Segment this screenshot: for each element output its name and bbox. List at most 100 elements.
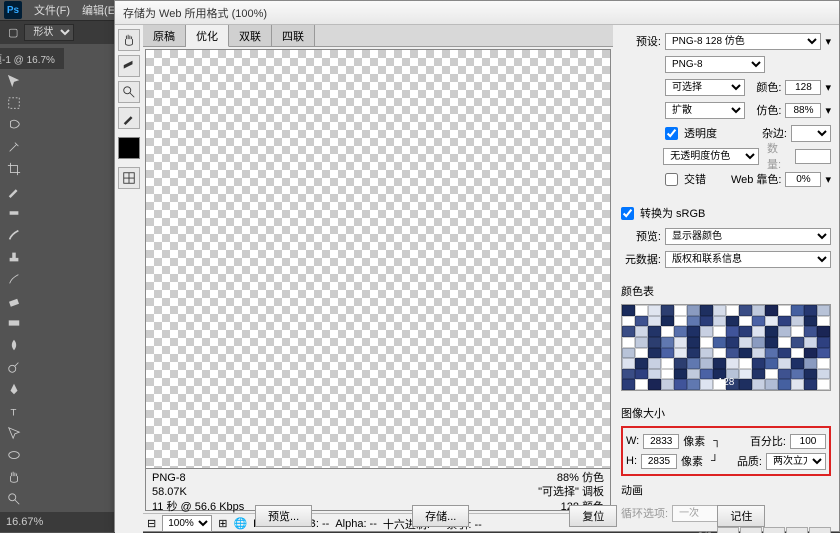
trans-dither-select[interactable]: 无透明度仿色 — [663, 148, 759, 165]
color-preview-icon[interactable]: 🌐 — [233, 517, 247, 530]
color-cell[interactable] — [817, 305, 830, 316]
color-cell[interactable] — [648, 305, 661, 316]
color-cell[interactable] — [648, 337, 661, 348]
color-cell[interactable] — [635, 348, 648, 359]
color-cell[interactable] — [700, 379, 713, 390]
color-cell[interactable] — [700, 316, 713, 327]
color-cell[interactable] — [739, 369, 752, 380]
stamp-tool[interactable] — [3, 247, 25, 267]
color-table[interactable]: 128 — [621, 304, 831, 391]
color-cell[interactable] — [752, 326, 765, 337]
path-tool[interactable] — [3, 423, 25, 443]
preview-button[interactable]: 预览... — [255, 505, 312, 527]
hand-tool[interactable] — [3, 467, 25, 487]
color-cell[interactable] — [713, 348, 726, 359]
percent-input[interactable] — [790, 434, 826, 449]
color-cell[interactable] — [687, 326, 700, 337]
color-cell[interactable] — [739, 337, 752, 348]
color-cell[interactable] — [765, 369, 778, 380]
eraser-tool[interactable] — [3, 291, 25, 311]
color-cell[interactable] — [713, 358, 726, 369]
color-cell[interactable] — [622, 369, 635, 380]
color-cell[interactable] — [622, 316, 635, 327]
color-cell[interactable] — [687, 369, 700, 380]
color-cell[interactable] — [726, 358, 739, 369]
color-cell[interactable] — [765, 337, 778, 348]
color-cell[interactable] — [635, 305, 648, 316]
color-cell[interactable] — [752, 348, 765, 359]
marquee-tool[interactable] — [3, 93, 25, 113]
color-cell[interactable] — [804, 337, 817, 348]
color-cell[interactable] — [700, 326, 713, 337]
reduction-select[interactable]: 可选择 — [665, 79, 745, 96]
shape-dropdown[interactable]: 形状 — [24, 24, 74, 41]
color-cell[interactable] — [622, 379, 635, 390]
color-cell[interactable] — [765, 326, 778, 337]
color-cell[interactable] — [765, 348, 778, 359]
srgb-checkbox[interactable] — [621, 207, 634, 220]
color-cell[interactable] — [622, 337, 635, 348]
color-cell[interactable] — [674, 369, 687, 380]
color-cell[interactable] — [635, 337, 648, 348]
hand-tool-icon[interactable] — [118, 29, 140, 51]
type-tool[interactable]: T — [3, 401, 25, 421]
color-cell[interactable] — [687, 379, 700, 390]
eyedropper-tool[interactable] — [3, 181, 25, 201]
dither-select[interactable]: 扩散 — [665, 102, 745, 119]
color-cell[interactable] — [804, 305, 817, 316]
color-cell[interactable] — [739, 305, 752, 316]
cancel-button[interactable]: 复位 — [569, 505, 617, 527]
color-cell[interactable] — [817, 337, 830, 348]
menu-file[interactable]: 文件(F) — [34, 2, 70, 18]
color-cell[interactable] — [765, 379, 778, 390]
color-cell[interactable] — [713, 305, 726, 316]
color-cell[interactable] — [791, 305, 804, 316]
interlaced-checkbox[interactable] — [665, 173, 678, 186]
zoom-tool-icon[interactable] — [118, 81, 140, 103]
color-cell[interactable] — [648, 379, 661, 390]
color-cell[interactable] — [804, 379, 817, 390]
color-cell[interactable] — [804, 358, 817, 369]
color-cell[interactable] — [739, 348, 752, 359]
blur-tool[interactable] — [3, 335, 25, 355]
color-cell[interactable] — [661, 369, 674, 380]
color-cell[interactable] — [661, 348, 674, 359]
color-cell[interactable] — [713, 326, 726, 337]
color-cell[interactable] — [661, 379, 674, 390]
color-cell[interactable] — [674, 358, 687, 369]
dither-pct-input[interactable] — [785, 103, 821, 118]
color-cell[interactable] — [700, 369, 713, 380]
color-cell[interactable] — [674, 305, 687, 316]
color-cell[interactable] — [752, 358, 765, 369]
document-tab[interactable]: 未标题-1 @ 16.7% — [0, 48, 64, 69]
gradient-tool[interactable] — [3, 313, 25, 333]
color-cell[interactable] — [648, 326, 661, 337]
color-cell[interactable] — [778, 379, 791, 390]
color-cell[interactable] — [687, 358, 700, 369]
heal-tool[interactable] — [3, 203, 25, 223]
color-cell[interactable] — [687, 316, 700, 327]
color-cell[interactable] — [752, 316, 765, 327]
color-cell[interactable] — [661, 337, 674, 348]
color-cell[interactable] — [804, 326, 817, 337]
brush-tool[interactable] — [3, 225, 25, 245]
dodge-tool[interactable] — [3, 357, 25, 377]
color-cell[interactable] — [674, 326, 687, 337]
color-cell[interactable] — [804, 369, 817, 380]
color-cell[interactable] — [791, 369, 804, 380]
toggle-slices-icon[interactable] — [118, 167, 140, 189]
color-cell[interactable] — [674, 348, 687, 359]
color-swatch[interactable] — [118, 137, 140, 159]
color-cell[interactable] — [726, 316, 739, 327]
preview-select[interactable]: 显示器颜色 — [665, 228, 831, 245]
wand-tool[interactable] — [3, 137, 25, 157]
color-cell[interactable] — [726, 337, 739, 348]
color-cell[interactable] — [622, 305, 635, 316]
pen-tool[interactable] — [3, 379, 25, 399]
color-cell[interactable] — [661, 305, 674, 316]
save-button[interactable]: 存储... — [412, 505, 469, 527]
color-cell[interactable] — [778, 358, 791, 369]
color-cell[interactable] — [674, 316, 687, 327]
color-cell[interactable] — [674, 337, 687, 348]
color-cell[interactable] — [713, 316, 726, 327]
